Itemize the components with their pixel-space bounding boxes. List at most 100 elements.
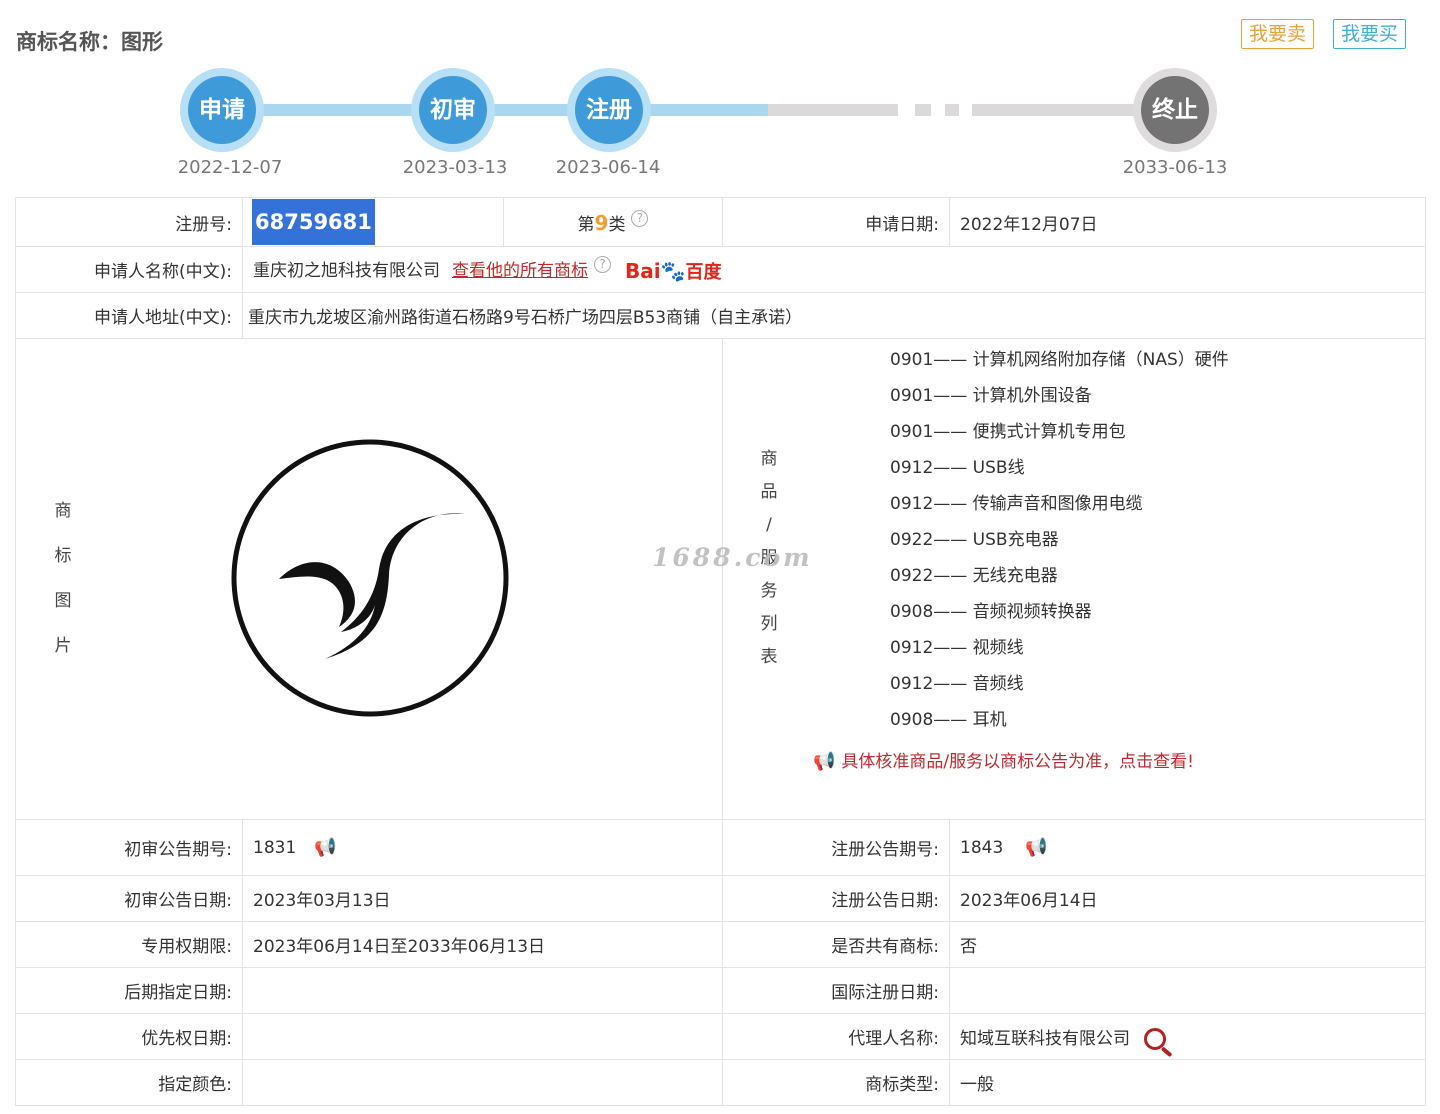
- class-number: 9: [594, 210, 609, 235]
- color-label: 指定颜色:: [15, 1059, 243, 1106]
- prelim-issue-cell: 1831 📢: [242, 819, 723, 876]
- class-cell: 第9类?: [503, 197, 723, 247]
- reg-no-label: 注册号:: [15, 197, 243, 247]
- table-row: 注册号: 68759681 第9类? 申请日期: 2022年12月07日: [15, 197, 1426, 247]
- prelim-issue-value: 1831: [253, 838, 297, 858]
- timeline-step-apply: 申请: [180, 68, 264, 152]
- timeline-step-terminate: 终止: [1133, 68, 1217, 152]
- prelim-issue-label: 初审公告期号:: [15, 819, 243, 876]
- reg-issue-value: 1843: [960, 838, 1004, 858]
- goods-services-cell: 商 品 / 服 务 列 表 0901—— 计算机网络附加存储（NAS）硬件 09…: [722, 338, 1426, 820]
- priority-date-label: 优先权日期:: [15, 1013, 243, 1060]
- prelim-date-label: 初审公告日期:: [15, 875, 243, 922]
- reg-date-value: 2023年06月14日: [949, 875, 1426, 922]
- goods-label-char: 商: [760, 449, 778, 469]
- agent-value: 知域互联科技有限公司: [960, 1028, 1130, 1049]
- sell-button[interactable]: 我要卖: [1241, 19, 1315, 49]
- shared-label: 是否共有商标:: [722, 921, 950, 968]
- term-value: 2023年06月14日至2033年06月13日: [242, 921, 723, 968]
- step-label: 终止: [1141, 76, 1209, 144]
- page-title: 商标名称：图形: [16, 30, 163, 54]
- goods-label-char: /: [766, 515, 772, 535]
- timeline-step-register: 注册: [567, 68, 651, 152]
- intl-date-label: 国际注册日期:: [722, 967, 950, 1014]
- timeline-remaining-bar: [768, 104, 898, 116]
- class-prefix: 第: [577, 214, 595, 235]
- step-date: 2022-12-07: [177, 157, 283, 178]
- search-icon[interactable]: [1144, 1027, 1166, 1050]
- applicant-cell: 重庆初之旭科技有限公司 查看他的所有商标? Bai🐾百度: [242, 246, 1426, 293]
- reg-issue-label: 注册公告期号:: [722, 819, 950, 876]
- applicant-value: 重庆初之旭科技有限公司: [253, 260, 440, 281]
- table-row: 指定颜色: 商标类型: 一般: [15, 1059, 1426, 1106]
- table-row: 商 标 图 片 商 品 / 服 务 列 表 0901—— 计算机网络附加存储（N…: [15, 338, 1426, 820]
- buy-button[interactable]: 我要买: [1333, 19, 1407, 49]
- class-suffix: 类: [608, 214, 626, 235]
- table-row: 初审公告日期: 2023年03月13日 注册公告日期: 2023年06月14日: [15, 875, 1426, 922]
- list-item: 0908—— 音频视频转换器: [890, 602, 1092, 622]
- timeline-dash: [915, 104, 931, 116]
- shared-value: 否: [949, 921, 1426, 968]
- list-item: 0912—— 视频线: [890, 638, 1024, 658]
- intl-date-value: [949, 967, 1426, 1014]
- list-item: 0901—— 便携式计算机专用包: [890, 422, 1126, 442]
- applicant-label: 申请人名称(中文):: [15, 246, 243, 293]
- list-item: 0922—— 无线充电器: [890, 566, 1058, 586]
- list-item: 0912—— 传输声音和图像用电缆: [890, 494, 1143, 514]
- list-item: 0922—— USB充电器: [890, 530, 1059, 550]
- step-date: 2023-03-13: [402, 157, 508, 178]
- all-marks-link[interactable]: 查看他的所有商标: [452, 261, 588, 281]
- help-icon[interactable]: ?: [631, 209, 649, 227]
- reg-date-label: 注册公告日期:: [722, 875, 950, 922]
- goods-notice-link[interactable]: 📢 具体核准商品/服务以商标公告为准，点击查看!: [813, 747, 1194, 772]
- timeline-step-prelim: 初审: [411, 68, 495, 152]
- apply-date-label: 申请日期:: [722, 197, 950, 247]
- prelim-date-value: 2023年03月13日: [242, 875, 723, 922]
- image-label-char: 标: [54, 546, 72, 566]
- goods-label-char: 列: [760, 614, 778, 634]
- megaphone-icon[interactable]: 📢: [1025, 837, 1047, 858]
- trademark-logo-image: [231, 439, 509, 717]
- agent-cell: 知域互联科技有限公司: [949, 1013, 1426, 1060]
- color-value: [242, 1059, 723, 1106]
- timeline-dash: [945, 104, 959, 116]
- list-item: 0901—— 计算机外围设备: [890, 386, 1092, 406]
- term-label: 专用权期限:: [15, 921, 243, 968]
- table-row: 专用权期限: 2023年06月14日至2033年06月13日 是否共有商标: 否: [15, 921, 1426, 968]
- apply-date-value: 2022年12月07日: [949, 197, 1426, 247]
- reg-issue-cell: 1843 📢: [949, 819, 1426, 876]
- table-row: 申请人地址(中文): 重庆市九龙坡区渝州路街道石杨路9号石桥广场四层B53商铺（…: [15, 292, 1426, 339]
- baidu-search-link[interactable]: Bai🐾百度: [625, 258, 722, 284]
- list-item: 0912—— USB线: [890, 458, 1025, 478]
- step-label: 初审: [419, 76, 487, 144]
- timeline-progress-bar: [222, 104, 768, 116]
- step-date: 2033-06-13: [1122, 157, 1228, 178]
- watermark: 1688.com: [652, 543, 813, 572]
- later-date-value: [242, 967, 723, 1014]
- trademark-image-cell: 商 标 图 片: [15, 338, 723, 820]
- table-row: 优先权日期: 代理人名称: 知域互联科技有限公司: [15, 1013, 1426, 1060]
- trademark-info-table: 注册号: 68759681 第9类? 申请日期: 2022年12月07日 申请人…: [15, 197, 1426, 1106]
- step-label: 注册: [575, 76, 643, 144]
- reg-no-value[interactable]: 68759681: [252, 199, 375, 245]
- image-label-char: 商: [54, 501, 72, 521]
- goods-label-char: 务: [760, 581, 778, 601]
- table-row: 后期指定日期: 国际注册日期:: [15, 967, 1426, 1014]
- address-label: 申请人地址(中文):: [15, 292, 243, 339]
- list-item: 0912—— 音频线: [890, 674, 1024, 694]
- type-label: 商标类型:: [722, 1059, 950, 1106]
- list-item: 0901—— 计算机网络附加存储（NAS）硬件: [890, 350, 1229, 370]
- image-label: 商 标 图 片: [43, 489, 83, 669]
- type-value: 一般: [949, 1059, 1426, 1106]
- baidu-logo-text: Bai: [625, 258, 661, 283]
- goods-label-char: 品: [760, 482, 778, 502]
- goods-list: 0901—— 计算机网络附加存储（NAS）硬件 0901—— 计算机外围设备 0…: [890, 342, 1229, 738]
- later-date-label: 后期指定日期:: [15, 967, 243, 1014]
- megaphone-icon[interactable]: 📢: [314, 837, 336, 858]
- image-label-char: 片: [54, 636, 72, 656]
- table-row: 初审公告期号: 1831 📢 注册公告期号: 1843 📢: [15, 819, 1426, 876]
- help-icon[interactable]: ?: [594, 255, 611, 273]
- paw-icon: 🐾: [660, 258, 686, 283]
- status-timeline: 申请 2022-12-07 初审 2023-03-13 注册 2023-06-1…: [0, 60, 1440, 190]
- table-row: 申请人名称(中文): 重庆初之旭科技有限公司 查看他的所有商标? Bai🐾百度: [15, 246, 1426, 293]
